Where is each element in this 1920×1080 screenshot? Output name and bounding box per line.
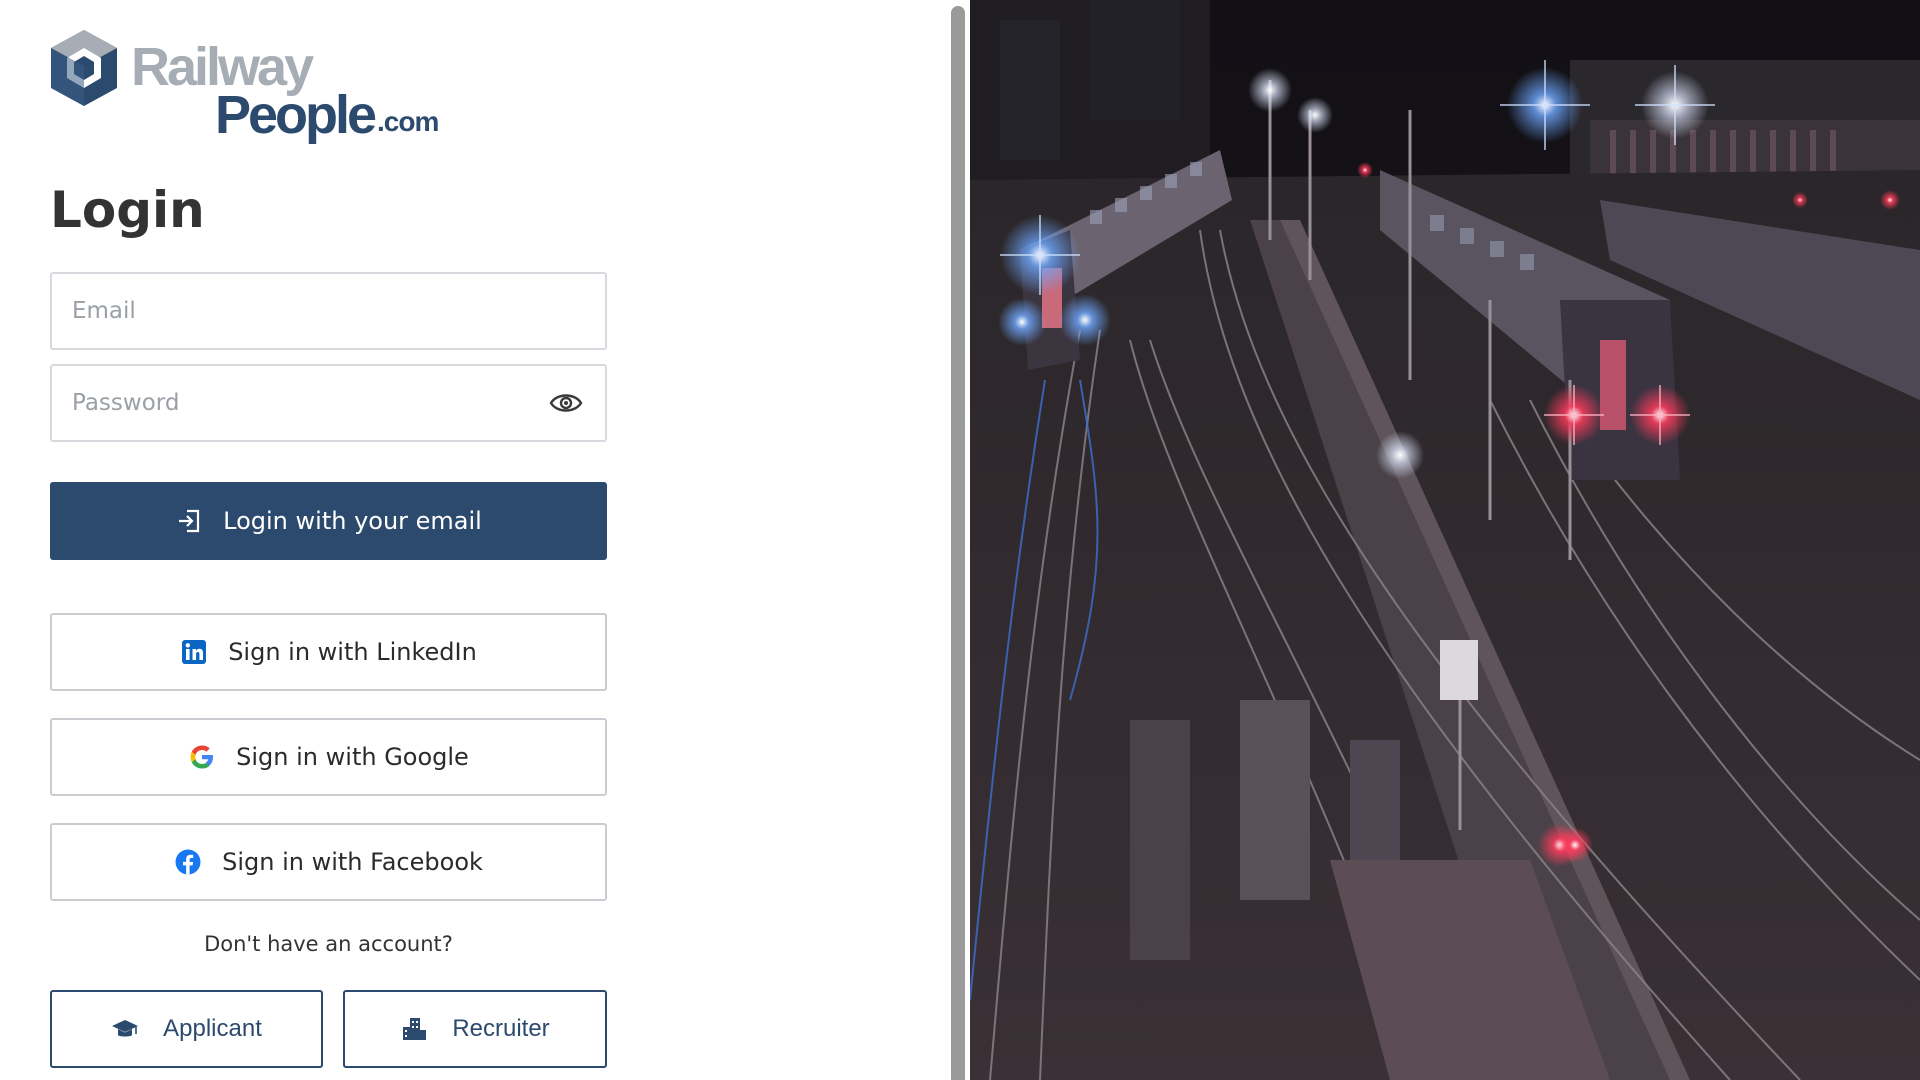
login-email-button[interactable]: Login with your email	[50, 482, 607, 560]
email-field-wrapper	[50, 272, 607, 350]
password-input[interactable]	[52, 366, 605, 440]
applicant-signup-button[interactable]: Applicant	[50, 990, 323, 1068]
recruiter-signup-button[interactable]: Recruiter	[343, 990, 607, 1068]
facebook-signin-label: Sign in with Facebook	[222, 848, 483, 876]
email-input[interactable]	[52, 274, 605, 348]
railway-yard-photo	[970, 0, 1920, 1080]
linkedin-signin-button[interactable]: Sign in with LinkedIn	[50, 613, 607, 691]
building-icon	[403, 1018, 427, 1040]
scrollbar-thumb[interactable]	[951, 6, 965, 1080]
recruiter-signup-label: Recruiter	[452, 1015, 550, 1042]
password-field-wrapper	[50, 364, 607, 442]
facebook-icon	[175, 849, 201, 875]
page-title: Login	[50, 181, 205, 239]
login-email-button-label: Login with your email	[223, 507, 482, 535]
railway-yard-illustration	[970, 0, 1920, 1080]
linkedin-signin-label: Sign in with LinkedIn	[228, 638, 477, 666]
no-account-text: Don't have an account?	[204, 932, 453, 956]
google-signin-label: Sign in with Google	[236, 743, 469, 771]
google-icon	[190, 745, 214, 769]
linkedin-icon	[182, 640, 207, 664]
google-signin-button[interactable]: Sign in with Google	[50, 718, 607, 796]
facebook-signin-button[interactable]: Sign in with Facebook	[50, 823, 607, 901]
login-arrow-icon	[179, 509, 200, 533]
graduation-cap-icon	[112, 1020, 139, 1037]
logo-word-people: People	[215, 85, 377, 145]
logo-word-dotcom: .com	[377, 106, 439, 137]
eye-icon[interactable]	[549, 390, 583, 416]
applicant-signup-label: Applicant	[163, 1015, 262, 1042]
login-panel: Railway People .com Login Login with you…	[0, 0, 950, 1080]
logo-hexagon-icon	[51, 30, 117, 106]
railwaypeople-logo[interactable]: Railway People .com	[49, 28, 449, 148]
